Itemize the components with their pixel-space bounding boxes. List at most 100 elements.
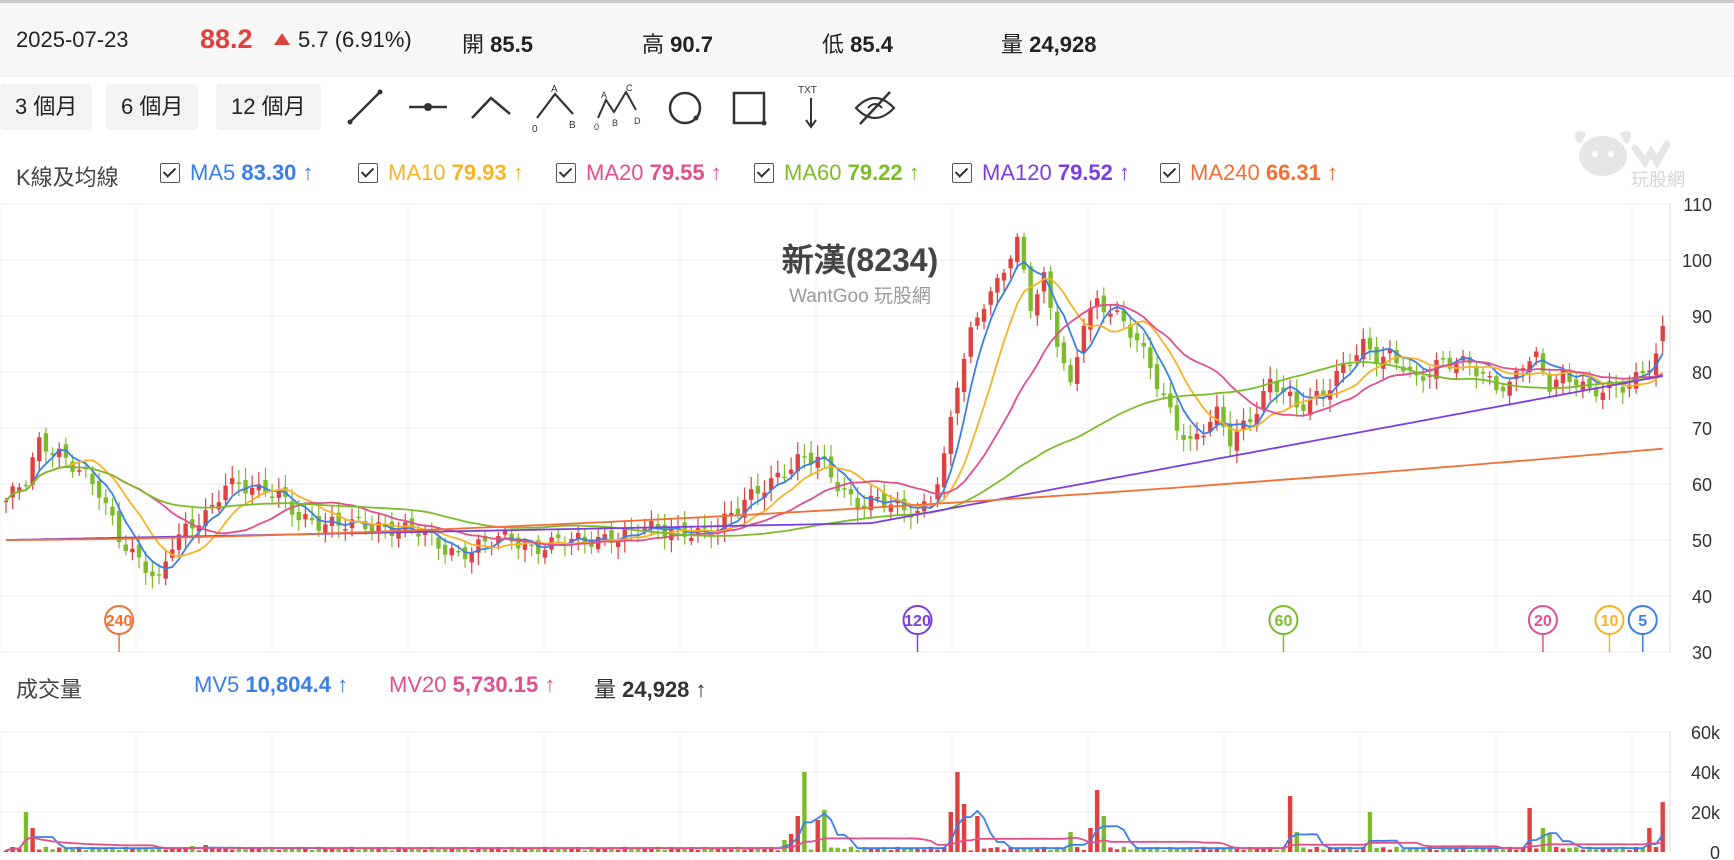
volume-bar xyxy=(1194,849,1200,852)
volume-bar xyxy=(1314,846,1319,852)
checkbox-icon[interactable] xyxy=(1160,163,1180,183)
up-arrow-icon: ↑ xyxy=(1112,160,1131,185)
ma-toggle-ma60[interactable]: MA60 79.22 ↑ xyxy=(754,160,920,186)
volume-bar xyxy=(116,850,122,852)
svg-text:玩股網: 玩股網 xyxy=(1631,170,1685,190)
circle-tool-icon[interactable] xyxy=(660,80,710,136)
candle-body xyxy=(243,480,248,494)
ma-toggle-ma240[interactable]: MA240 66.31 ↑ xyxy=(1160,160,1338,186)
volume-bar xyxy=(1381,847,1386,852)
mv-value: 5,730.15 ↑ xyxy=(452,672,556,697)
volume-bar xyxy=(243,849,248,852)
candle-body xyxy=(941,453,947,488)
high-price: 高 90.7 xyxy=(642,32,713,57)
svg-text:C: C xyxy=(626,83,633,93)
abc-pattern-tool-icon[interactable]: A 0 B xyxy=(529,80,579,136)
volume-bar xyxy=(456,848,461,852)
volume-bar xyxy=(150,849,155,852)
checkbox-icon[interactable] xyxy=(358,163,378,183)
ma-name: MA240 xyxy=(1190,160,1266,185)
volume-bar xyxy=(828,847,834,852)
period-marker-label: 60 xyxy=(1275,613,1293,630)
volume-bar xyxy=(1354,850,1359,852)
y-tick-label: 60k xyxy=(1691,723,1721,743)
volume-bar xyxy=(961,804,967,852)
volume-bar xyxy=(808,849,814,852)
candle-body xyxy=(1534,351,1539,358)
candle-body xyxy=(1101,295,1107,313)
up-arrow-icon: ↑ xyxy=(704,160,722,185)
volume-bar xyxy=(190,846,195,852)
quote-date: 2025-07-23 xyxy=(16,27,129,52)
candle-body xyxy=(23,484,29,487)
checkbox-icon[interactable] xyxy=(952,163,972,183)
candle-body xyxy=(1347,364,1353,367)
volume-bar xyxy=(57,847,62,852)
quote-info-bar: 2025-07-23 88.2 5.7 (6.91%) 開 85.5 高 90.… xyxy=(0,3,1734,77)
low-price: 低 85.4 xyxy=(822,32,893,57)
mv-value: 24,928 ↑ xyxy=(622,677,707,702)
ma-name: MA60 xyxy=(784,160,848,185)
volume-bar xyxy=(30,828,35,852)
volume-bar xyxy=(549,849,554,852)
candle-body xyxy=(1507,381,1512,396)
volume-chart[interactable]: 60k 40k 20k 0 xyxy=(0,710,1734,860)
text-arrow-tool-icon[interactable]: TXT xyxy=(786,80,836,136)
range-3m-button[interactable]: 3 個月 xyxy=(0,84,93,130)
candle-body xyxy=(1114,310,1120,312)
volume-bar xyxy=(1500,849,1506,852)
line-tool-icon[interactable] xyxy=(340,80,390,136)
volume-legend-0: MV5 10,804.4 ↑ xyxy=(194,672,348,698)
candle-body xyxy=(436,537,441,549)
candle-body xyxy=(1194,433,1200,440)
candle-body xyxy=(1154,364,1160,390)
volume-bar xyxy=(988,847,993,852)
candle-body xyxy=(1247,419,1253,423)
candle-body xyxy=(183,523,188,538)
range-12m-button[interactable]: 12 個月 xyxy=(216,84,321,130)
candle-body xyxy=(1201,435,1206,438)
candle-body xyxy=(1600,392,1606,400)
candle-body xyxy=(1081,325,1087,353)
volume-bar xyxy=(709,848,714,852)
candle-body xyxy=(76,470,82,472)
ma-toggle-ma120[interactable]: MA120 79.52 ↑ xyxy=(952,160,1130,186)
up-arrow-icon: ↑ xyxy=(296,160,314,185)
volume-bar xyxy=(37,849,42,852)
checkbox-icon[interactable] xyxy=(160,163,180,183)
ma-toggle-ma5[interactable]: MA5 83.30 ↑ xyxy=(160,160,314,186)
volume-legend: 成交量 MV5 10,804.4 ↑ MV20 5,730.15 ↑ 量 24,92… xyxy=(0,668,1734,708)
volume-bar xyxy=(1567,847,1572,852)
volume-bar xyxy=(1108,847,1113,852)
angle-tool-icon[interactable] xyxy=(466,80,516,136)
candle-body xyxy=(1214,406,1220,426)
ma-toggle-ma20[interactable]: MA20 79.55 ↑ xyxy=(556,160,722,186)
range-6m-button[interactable]: 6 個月 xyxy=(106,84,199,130)
candle-body xyxy=(1487,375,1492,378)
volume-bar xyxy=(1534,848,1539,852)
volume-bar xyxy=(276,850,281,852)
checkbox-icon[interactable] xyxy=(754,163,774,183)
checkbox-icon[interactable] xyxy=(556,163,576,183)
horizontal-line-tool-icon[interactable] xyxy=(403,80,453,136)
candle-body xyxy=(981,308,987,322)
abcd-pattern-tool-icon[interactable]: A C 0 B D xyxy=(592,80,642,136)
period-marker-label: 20 xyxy=(1534,613,1552,630)
svg-text:0: 0 xyxy=(594,122,599,132)
volume-bar xyxy=(1653,847,1659,852)
candle-body xyxy=(1573,379,1579,386)
hide-drawings-icon[interactable] xyxy=(850,80,900,136)
ma-name: MA120 xyxy=(982,160,1058,185)
period-marker-label: 10 xyxy=(1601,613,1619,630)
candle-body xyxy=(1301,404,1306,411)
candle-body xyxy=(130,548,135,553)
volume-bar xyxy=(1367,812,1373,852)
candle-body xyxy=(249,487,255,495)
candle-body xyxy=(1181,434,1186,440)
candle-body xyxy=(1354,355,1359,362)
volume-bar xyxy=(662,850,667,852)
rectangle-tool-icon[interactable] xyxy=(724,80,774,136)
ma-value: 66.31 xyxy=(1265,160,1321,185)
volume-bar xyxy=(263,848,268,852)
ma-toggle-ma10[interactable]: MA10 79.93 ↑ xyxy=(358,160,524,186)
